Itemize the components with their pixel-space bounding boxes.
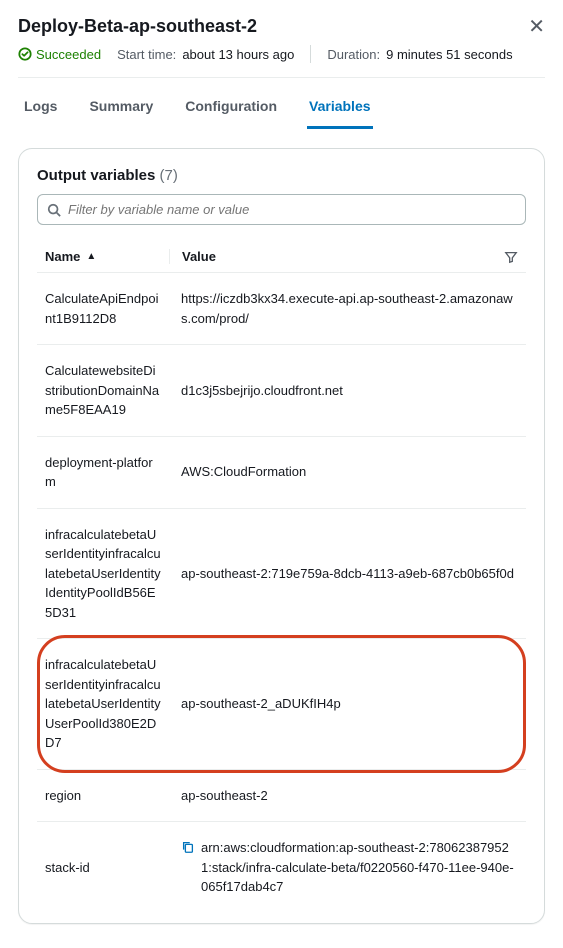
col-header-value[interactable]: Value bbox=[169, 249, 518, 264]
close-icon[interactable]: ✕ bbox=[528, 17, 545, 37]
output-variables-card: Output variables (7) Name ▲ Value bbox=[18, 148, 545, 924]
start-time: Start time: about 13 hours ago bbox=[117, 47, 294, 62]
cell-value: ap-southeast-2_aDUKfIH4p bbox=[169, 694, 518, 714]
table-row: CalculateApiEndpoint1B9112D8 https://iczd… bbox=[37, 273, 526, 345]
cell-value: ap-southeast-2 bbox=[169, 786, 518, 806]
table-row: infracalculatebetaUserIdentityinfracalcu… bbox=[37, 639, 526, 770]
copy-icon[interactable] bbox=[181, 840, 195, 854]
table-header: Name ▲ Value bbox=[37, 243, 526, 273]
cell-value: ap-southeast-2:719e759a-8dcb-4113-a9eb-6… bbox=[169, 564, 518, 584]
cell-value: arn:aws:cloudformation:ap-southeast-2:78… bbox=[169, 838, 518, 897]
card-title-count: (7) bbox=[160, 167, 178, 184]
tab-bar: Logs Summary Configuration Variables bbox=[18, 86, 545, 130]
table-row: deployment-platform AWS:CloudFormation bbox=[37, 437, 526, 509]
cell-name: CalculateApiEndpoint1B9112D8 bbox=[45, 289, 169, 328]
cell-value-text: https://iczdb3kx34.execute-api.ap-southe… bbox=[181, 289, 518, 328]
sort-asc-icon: ▲ bbox=[86, 251, 96, 262]
tab-variables[interactable]: Variables bbox=[307, 86, 373, 129]
table-row: infracalculatebetaUserIdentityinfracalcu… bbox=[37, 509, 526, 640]
cell-value: https://iczdb3kx34.execute-api.ap-southe… bbox=[169, 289, 518, 328]
card-title-text: Output variables bbox=[37, 167, 155, 184]
cell-name: CalculatewebsiteDistributionDomainName5F… bbox=[45, 361, 169, 420]
cell-value-text: ap-southeast-2_aDUKfIH4p bbox=[181, 694, 341, 714]
tab-summary[interactable]: Summary bbox=[87, 86, 155, 129]
col-header-value-text: Value bbox=[182, 249, 216, 264]
card-title: Output variables (7) bbox=[37, 167, 526, 184]
variables-table: Name ▲ Value CalculateApiEndpoint1B9112D… bbox=[37, 243, 526, 913]
tab-logs[interactable]: Logs bbox=[22, 86, 59, 129]
cell-name: infracalculatebetaUserIdentityinfracalcu… bbox=[45, 655, 169, 753]
status-row: Succeeded Start time: about 13 hours ago… bbox=[18, 45, 545, 63]
cell-value: d1c3j5sbejrijo.cloudfront.net bbox=[169, 381, 518, 401]
start-time-label: Start time: bbox=[117, 47, 176, 62]
cell-name: infracalculatebetaUserIdentityinfracalcu… bbox=[45, 525, 169, 623]
filter-icon[interactable] bbox=[504, 250, 518, 264]
start-time-value: about 13 hours ago bbox=[182, 47, 294, 62]
duration-value: 9 minutes 51 seconds bbox=[386, 47, 512, 62]
table-row: CalculatewebsiteDistributionDomainName5F… bbox=[37, 345, 526, 437]
cell-name: deployment-platform bbox=[45, 453, 169, 492]
table-body: CalculateApiEndpoint1B9112D8 https://iczd… bbox=[37, 273, 526, 913]
cell-name: region bbox=[45, 786, 169, 806]
status-text: Succeeded bbox=[36, 47, 101, 62]
tab-configuration[interactable]: Configuration bbox=[183, 86, 279, 129]
table-row: region ap-southeast-2 bbox=[37, 770, 526, 823]
deploy-panel: Deploy-Beta-ap-southeast-2 ✕ Succeeded S… bbox=[0, 0, 563, 948]
meta-divider bbox=[310, 45, 311, 63]
duration-label: Duration: bbox=[327, 47, 380, 62]
search-icon bbox=[47, 203, 61, 217]
page-title: Deploy-Beta-ap-southeast-2 bbox=[18, 16, 257, 37]
cell-name: stack-id bbox=[45, 858, 169, 878]
panel-header: Deploy-Beta-ap-southeast-2 ✕ Succeeded S… bbox=[18, 16, 545, 78]
cell-value-text: arn:aws:cloudformation:ap-southeast-2:78… bbox=[201, 838, 518, 897]
col-header-name[interactable]: Name ▲ bbox=[45, 249, 169, 264]
cell-value-text: d1c3j5sbejrijo.cloudfront.net bbox=[181, 381, 343, 401]
cell-value: AWS:CloudFormation bbox=[169, 462, 518, 482]
header-divider bbox=[18, 77, 545, 78]
search-wrap bbox=[37, 194, 526, 225]
search-input[interactable] bbox=[37, 194, 526, 225]
status-badge: Succeeded bbox=[18, 47, 101, 62]
col-header-name-text: Name bbox=[45, 249, 80, 264]
success-icon bbox=[18, 47, 32, 61]
cell-value-text: ap-southeast-2 bbox=[181, 786, 268, 806]
cell-value-text: AWS:CloudFormation bbox=[181, 462, 306, 482]
duration: Duration: 9 minutes 51 seconds bbox=[327, 47, 512, 62]
cell-value-text: ap-southeast-2:719e759a-8dcb-4113-a9eb-6… bbox=[181, 564, 514, 584]
